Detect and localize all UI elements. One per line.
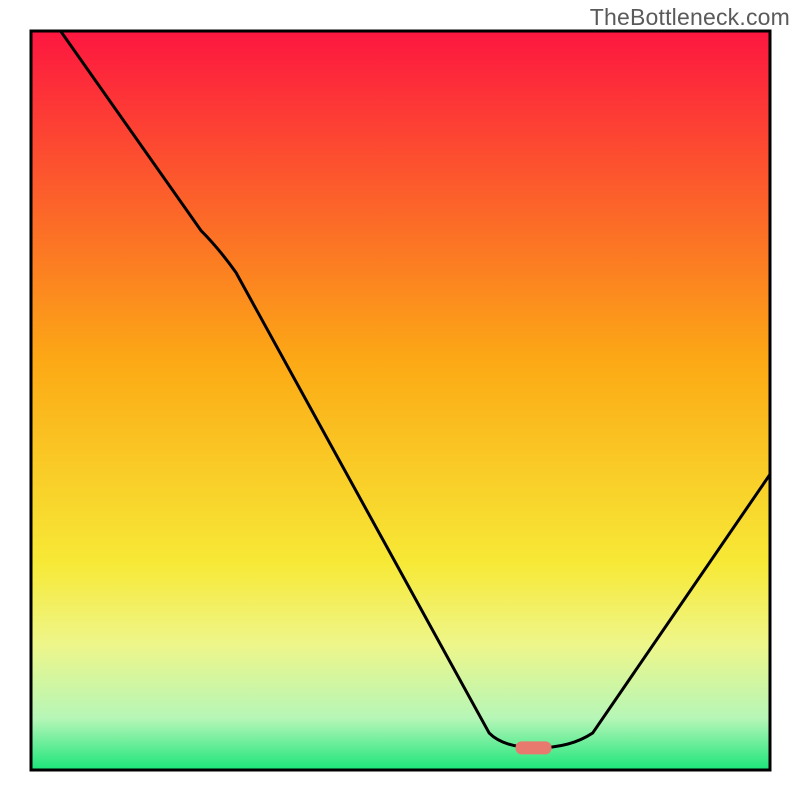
optimum-marker [516,741,552,754]
chart-container: TheBottleneck.com [0,0,800,800]
chart-svg [0,0,800,800]
watermark-text: TheBottleneck.com [590,4,790,31]
gradient-background [31,31,770,770]
